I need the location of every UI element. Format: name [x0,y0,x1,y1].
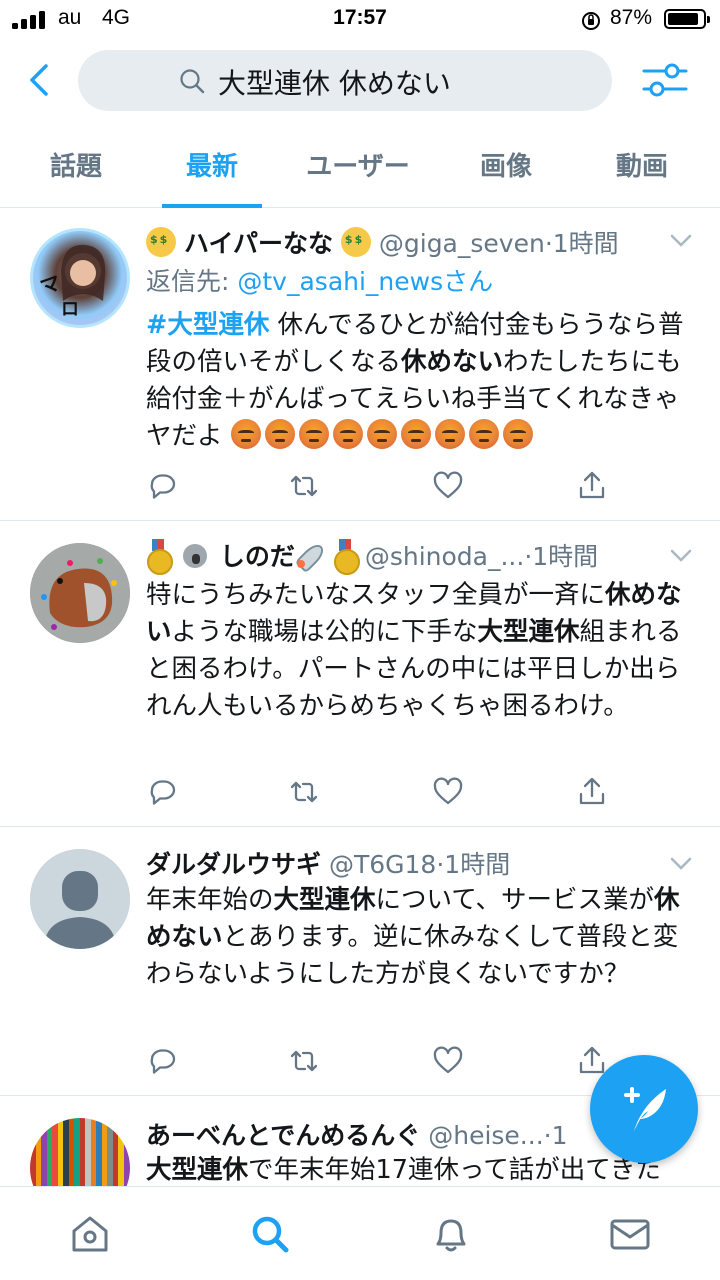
sliders-icon[interactable] [640,58,690,102]
timestamp: 1時間 [532,542,599,571]
avatar-image [30,543,130,643]
heart-icon[interactable] [432,470,464,502]
koala-emoji-icon [178,540,212,570]
retweet-icon[interactable] [288,776,320,808]
svg-text:マ: マ [37,270,64,299]
retweet-icon[interactable] [288,470,320,502]
tab-videos[interactable]: 動画 [574,126,710,208]
status-bar: au 4G 17:57 87% [0,0,720,40]
display-name[interactable]: あーべんとでんめるんぐ [146,1121,420,1150]
display-name[interactable]: ダルダルウサギ [146,850,321,879]
avatar-image [30,1118,130,1186]
money-face-emoji-icon [340,227,371,257]
reply-icon[interactable] [146,470,178,502]
bell-icon[interactable] [430,1213,472,1255]
reply-mention-link[interactable]: @tv_asahi_newsさん [237,267,493,296]
search-query: 大型連休 休めない [218,67,451,100]
tab-photos[interactable]: 画像 [438,126,574,208]
timestamp: 1時間 [444,850,511,879]
display-name[interactable]: しのだ [220,542,295,571]
reply-context: 返信先: @tv_asahi_newsさん [146,267,494,296]
angry-face-emoji-icon [400,419,431,449]
angry-face-emoji-icon [468,419,499,449]
username[interactable]: @giga_seven [379,229,545,258]
tab-people[interactable]: ユーザー [290,126,426,208]
compose-button[interactable] [590,1055,698,1163]
avatar[interactable] [30,543,130,643]
username[interactable]: @T6G18 [329,850,436,879]
search-header: 大型連休 休めない [0,40,720,126]
chevron-down-icon[interactable] [670,234,692,248]
compose-feather-icon [624,1087,666,1131]
avatar[interactable]: マ ロ [30,228,130,328]
tweet-header: ダルダルウサギ @T6G18·1時間 [146,850,511,879]
tweet-text: #大型連休 休んでるひとが給付金もらうなら普段の倍いそがしくなる休めないわたした… [146,310,684,451]
svg-text:ロ: ロ [61,299,79,320]
retweet-icon[interactable] [288,1045,320,1077]
reply-icon[interactable] [146,776,178,808]
avatar[interactable] [30,1118,130,1186]
username[interactable]: @shinoda_... [365,542,525,571]
battery-icon [664,9,710,29]
tweet-header: しのだ @shinoda_...·1時間 [146,537,686,575]
angry-face-emoji-icon [502,419,533,449]
chevron-down-icon[interactable] [670,549,692,563]
timestamp: 1 [551,1121,568,1150]
reply-icon[interactable] [146,1045,178,1077]
timestamp: 1時間 [552,229,619,258]
medal-emoji-icon [146,539,173,575]
search-icon [180,69,205,94]
heart-icon[interactable] [432,1045,464,1077]
angry-face-emoji-icon [366,419,397,449]
rocket-emoji-icon [295,540,325,570]
search-input[interactable]: 大型連休 休めない [78,50,612,111]
tweet-text: 年末年始の大型連休について、サービス業が休めないとあります。逆に休みなくして普段… [146,885,680,989]
tab-top[interactable]: 話題 [8,126,144,208]
tweet[interactable]: しのだ @shinoda_...·1時間 特にうちみたいなスタッフ全員が一斉に休… [0,521,720,827]
tweet[interactable]: マ ロ ハイパーなな @giga_seven·1時間 返信先: @tv_asah… [0,208,720,521]
share-icon[interactable] [576,776,608,808]
display-name[interactable]: ハイパーなな [184,229,333,258]
angry-face-emoji-icon [230,419,261,449]
hashtag-link[interactable]: #大型連休 [146,310,269,340]
tweet-text: 特にうちみたいなスタッフ全員が一斉に休めないような職場は公的に下手な大型連休組ま… [146,580,682,721]
default-profile-icon [30,849,130,949]
tweet-actions [146,470,626,506]
tweet-actions [146,1045,626,1081]
angry-face-emoji-icon [434,419,465,449]
chevron-left-icon[interactable] [22,58,56,102]
angry-face-emoji-icon [298,419,329,449]
search-icon[interactable] [249,1213,291,1255]
avatar-image: マ ロ [37,244,106,320]
home-icon[interactable] [69,1213,111,1255]
orientation-lock-icon [582,12,600,30]
avatar[interactable] [30,849,130,949]
bottom-navigation [0,1186,720,1280]
battery-percent: 87% [610,6,653,29]
tab-latest[interactable]: 最新 [144,126,280,208]
tweet-header: ハイパーなな @giga_seven·1時間 [146,224,686,262]
angry-face-emoji-icon [264,419,295,449]
angry-face-emoji-icon [332,419,363,449]
username[interactable]: @heise... [428,1121,543,1150]
chevron-down-icon[interactable] [670,857,692,871]
search-tabs: 話題 最新 ユーザー 画像 動画 [0,126,720,208]
medal-emoji-icon [333,539,360,575]
money-face-emoji-icon [146,227,176,257]
envelope-icon[interactable] [609,1213,651,1255]
tweet-actions [146,776,626,812]
heart-icon[interactable] [432,776,464,808]
share-icon[interactable] [576,470,608,502]
